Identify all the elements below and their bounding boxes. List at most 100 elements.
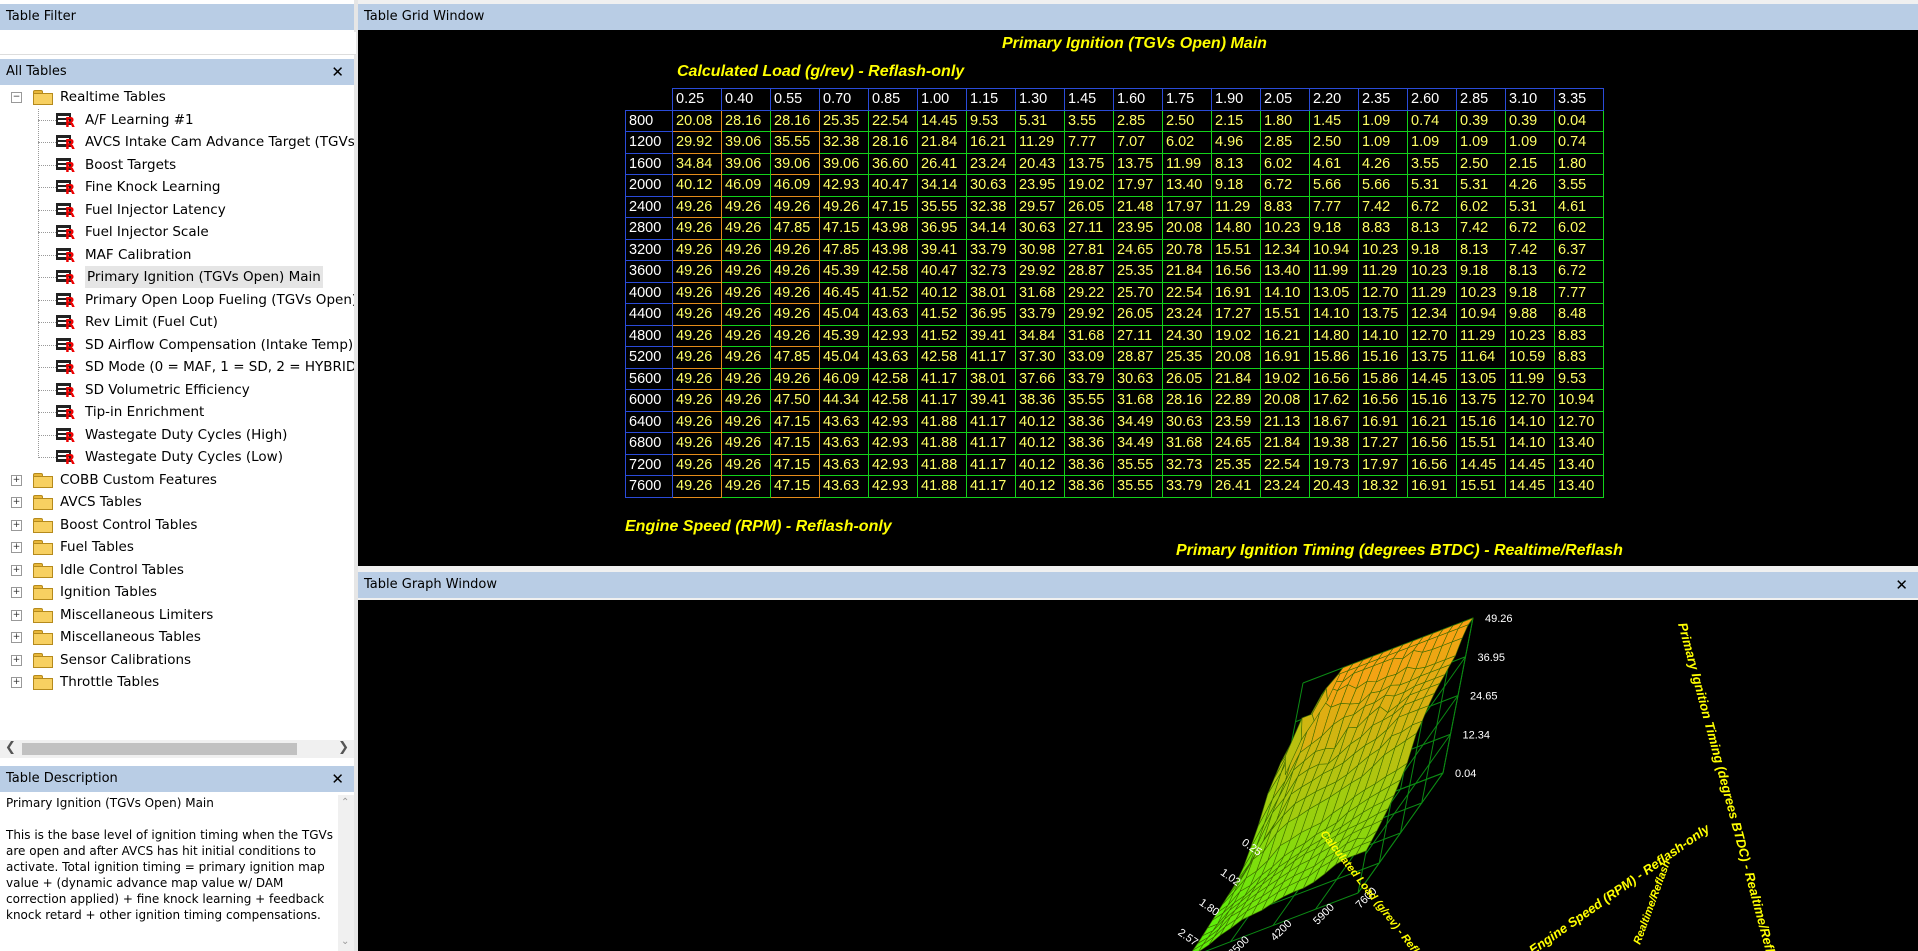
map-cell[interactable]: 39.41 (966, 389, 1016, 412)
map-cell[interactable]: 22.54 (1162, 281, 1212, 304)
x-axis-header-cell[interactable]: 0.25 (672, 88, 722, 111)
map-cell[interactable]: 49.26 (721, 324, 771, 347)
map-cell[interactable]: 49.26 (672, 346, 722, 369)
map-cell[interactable]: 1.09 (1358, 131, 1408, 154)
map-cell[interactable]: 42.93 (868, 410, 918, 433)
map-cell[interactable]: 0.39 (1505, 109, 1555, 132)
map-cell[interactable]: 19.02 (1064, 174, 1114, 197)
map-cell[interactable]: 30.63 (966, 174, 1016, 197)
tree-folder[interactable]: Boost Control Tables (60, 514, 197, 536)
map-cell[interactable]: 15.51 (1456, 475, 1506, 498)
tree-item[interactable]: Boost Targets (85, 154, 176, 176)
map-cell[interactable]: 38.36 (1064, 432, 1114, 455)
map-cell[interactable]: 11.99 (1162, 152, 1212, 175)
map-cell[interactable]: 9.53 (966, 109, 1016, 132)
map-cell[interactable]: 11.29 (1015, 131, 1065, 154)
map-cell[interactable]: 47.15 (770, 432, 820, 455)
map-cell[interactable]: 36.95 (917, 217, 967, 240)
map-cell[interactable]: 9.18 (1505, 281, 1555, 304)
map-cell[interactable]: 41.17 (966, 475, 1016, 498)
map-cell[interactable]: 17.97 (1162, 195, 1212, 218)
scroll-up-icon[interactable]: ⌃ (341, 797, 349, 808)
x-axis-header-cell[interactable]: 2.20 (1309, 88, 1359, 111)
map-cell[interactable]: 49.26 (770, 324, 820, 347)
map-cell[interactable]: 28.16 (770, 109, 820, 132)
map-cell[interactable]: 19.73 (1309, 453, 1359, 476)
x-axis-header-cell[interactable]: 1.60 (1113, 88, 1163, 111)
map-cell[interactable]: 13.75 (1456, 389, 1506, 412)
map-cell[interactable]: 27.81 (1064, 238, 1114, 261)
map-cell[interactable]: 20.43 (1309, 475, 1359, 498)
map-cell[interactable]: 47.50 (770, 389, 820, 412)
map-cell[interactable]: 4.61 (1309, 152, 1359, 175)
map-cell[interactable]: 40.47 (917, 260, 967, 283)
map-cell[interactable]: 14.80 (1309, 324, 1359, 347)
map-cell[interactable]: 42.93 (819, 174, 869, 197)
table-graph-window[interactable]: 49.26 36.95 24.65 12.34 0.04 0.25 1.02 1.80 2.57… (358, 600, 1918, 951)
map-cell[interactable]: 22.54 (1260, 453, 1310, 476)
map-cell[interactable]: 2.85 (1260, 131, 1310, 154)
y-axis-header-cell[interactable]: 3200 (625, 238, 673, 261)
map-cell[interactable]: 11.29 (1358, 260, 1408, 283)
map-cell[interactable]: 14.80 (1211, 217, 1261, 240)
map-cell[interactable]: 14.45 (1456, 453, 1506, 476)
map-cell[interactable]: 20.08 (1260, 389, 1310, 412)
map-cell[interactable]: 14.45 (917, 109, 967, 132)
map-cell[interactable]: 47.15 (770, 410, 820, 433)
map-cell[interactable]: 4.96 (1211, 131, 1261, 154)
x-axis-header-cell[interactable]: 1.15 (966, 88, 1016, 111)
map-cell[interactable]: 43.63 (868, 346, 918, 369)
map-cell[interactable]: 7.42 (1358, 195, 1408, 218)
map-cell[interactable]: 8.48 (1554, 303, 1604, 326)
map-cell[interactable]: 49.26 (721, 195, 771, 218)
tree-item[interactable]: Fuel Injector Latency (85, 199, 226, 221)
tree-item[interactable]: A/F Learning #1 (85, 109, 194, 131)
map-cell[interactable]: 23.24 (1162, 303, 1212, 326)
y-axis-header-cell[interactable]: 1200 (625, 131, 673, 154)
map-cell[interactable]: 9.18 (1456, 260, 1506, 283)
tree-folder[interactable]: Miscellaneous Tables (60, 626, 201, 648)
map-cell[interactable]: 23.24 (966, 152, 1016, 175)
map-cell[interactable]: 5.31 (1015, 109, 1065, 132)
map-cell[interactable]: 38.36 (1064, 453, 1114, 476)
map-cell[interactable]: 13.40 (1162, 174, 1212, 197)
scroll-down-icon[interactable]: ⌄ (341, 936, 349, 947)
map-cell[interactable]: 47.15 (868, 195, 918, 218)
map-cell[interactable]: 43.63 (819, 453, 869, 476)
map-cell[interactable]: 12.70 (1358, 281, 1408, 304)
map-cell[interactable]: 32.38 (966, 195, 1016, 218)
map-cell[interactable]: 14.45 (1407, 367, 1457, 390)
map-cell[interactable]: 41.17 (917, 389, 967, 412)
map-cell[interactable]: 49.26 (672, 410, 722, 433)
map-cell[interactable]: 5.31 (1505, 195, 1555, 218)
map-cell[interactable]: 16.56 (1358, 389, 1408, 412)
x-axis-header-cell[interactable]: 1.90 (1211, 88, 1261, 111)
tree-folder[interactable]: Fuel Tables (60, 536, 134, 558)
map-cell[interactable]: 14.45 (1505, 475, 1555, 498)
map-cell[interactable]: 41.88 (917, 410, 967, 433)
map-cell[interactable]: 40.12 (917, 281, 967, 304)
map-cell[interactable]: 11.99 (1309, 260, 1359, 283)
map-cell[interactable]: 49.26 (721, 475, 771, 498)
y-axis-header-cell[interactable]: 4000 (625, 281, 673, 304)
map-cell[interactable]: 42.93 (868, 324, 918, 347)
map-cell[interactable]: 42.93 (868, 475, 918, 498)
map-cell[interactable]: 12.34 (1407, 303, 1457, 326)
x-axis-header-cell[interactable]: 3.10 (1505, 88, 1555, 111)
y-axis-header-cell[interactable]: 6000 (625, 389, 673, 412)
map-cell[interactable]: 12.34 (1260, 238, 1310, 261)
map-cell[interactable]: 49.26 (721, 217, 771, 240)
map-cell[interactable]: 2.50 (1162, 109, 1212, 132)
map-cell[interactable]: 33.79 (1162, 475, 1212, 498)
map-cell[interactable]: 16.91 (1407, 475, 1457, 498)
map-cell[interactable]: 41.88 (917, 475, 967, 498)
table-filter-input[interactable] (0, 32, 356, 55)
map-cell[interactable]: 45.39 (819, 324, 869, 347)
map-cell[interactable]: 41.17 (966, 453, 1016, 476)
map-cell[interactable]: 47.15 (770, 453, 820, 476)
map-cell[interactable]: 23.95 (1015, 174, 1065, 197)
tree-expander-icon[interactable]: + (11, 474, 22, 486)
map-cell[interactable]: 1.09 (1505, 131, 1555, 154)
map-cell[interactable]: 8.13 (1456, 238, 1506, 261)
map-cell[interactable]: 25.35 (1162, 346, 1212, 369)
